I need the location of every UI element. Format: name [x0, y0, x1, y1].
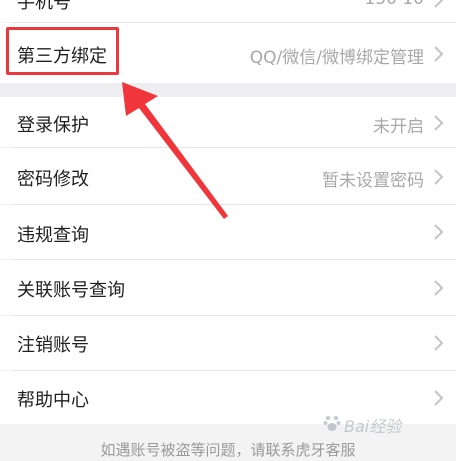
- row-linked-account-query[interactable]: 关联账号查询: [0, 260, 456, 315]
- chevron-right-icon: [434, 335, 444, 351]
- row-linked-label: 关联账号查询: [17, 280, 125, 301]
- chevron-right-icon: [434, 169, 444, 185]
- chevron-right-icon: [434, 0, 444, 8]
- row-password-value: 暂未设置密码: [322, 171, 424, 191]
- watermark-text: Bai经验: [344, 417, 402, 436]
- row-violation-label: 违规查询: [17, 225, 89, 246]
- row-third-party-value: QQ/微信/微博绑定管理: [249, 48, 424, 68]
- highlight-box: [6, 27, 119, 75]
- watermark: Bai经验: [322, 410, 454, 436]
- chevron-right-icon: [434, 390, 444, 406]
- row-login-protection-label: 登录保护: [17, 115, 89, 136]
- row-violation-query[interactable]: 违规查询: [0, 205, 456, 259]
- row-login-protection[interactable]: 登录保护 未开启: [0, 97, 456, 147]
- row-login-protection-value: 未开启: [373, 117, 424, 137]
- section-gap: [0, 83, 456, 97]
- row-phone-label: 手机号: [17, 0, 71, 13]
- footer-hint: 如遇账号被盗等问题，请联系虎牙客服: [100, 441, 356, 459]
- baidu-paw-icon: [323, 415, 341, 431]
- row-password-change[interactable]: 密码修改 暂未设置密码: [0, 148, 456, 204]
- row-cancel-account[interactable]: 注销账号: [0, 316, 456, 370]
- chevron-right-icon: [434, 224, 444, 240]
- chevron-right-icon: [434, 115, 444, 131]
- row-password-label: 密码修改: [17, 169, 89, 190]
- chevron-right-icon: [434, 280, 444, 296]
- row-cancel-label: 注销账号: [17, 335, 89, 356]
- row-phone[interactable]: 手机号 150 10: [0, 0, 456, 22]
- row-phone-value: 150 10: [365, 0, 424, 9]
- chevron-right-icon: [434, 46, 444, 62]
- row-help-label: 帮助中心: [17, 390, 89, 411]
